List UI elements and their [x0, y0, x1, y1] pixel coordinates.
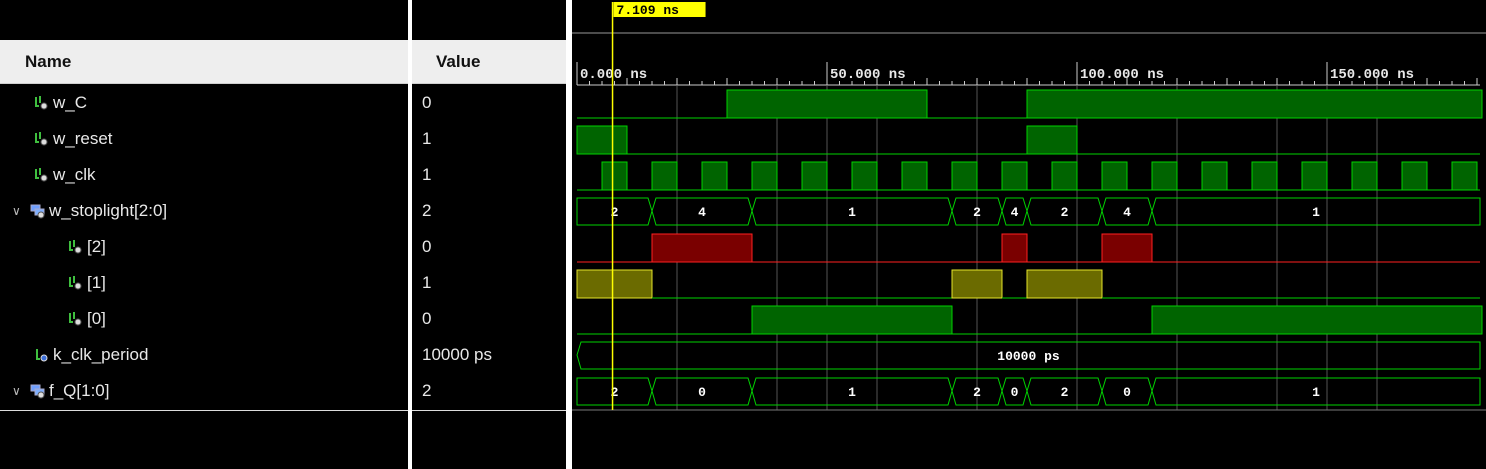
- w-clk-wave-high: [1151, 161, 1178, 191]
- signal-name: k_clk_period: [53, 345, 149, 364]
- w-clk-wave-high: [1251, 161, 1278, 191]
- waveform-view[interactable]: 0.000 ns 50.000 ns 100.000 ns 150.000 ns 2 4 1…: [572, 0, 1486, 469]
- signal-name: w_reset: [53, 129, 113, 148]
- signal-row[interactable]: k_clk_period: [0, 337, 148, 373]
- signal-row[interactable]: w_clk: [0, 157, 96, 193]
- logic-signal-icon: [34, 167, 50, 183]
- signal-value: 0: [422, 309, 432, 328]
- signal-value: 10000 ps: [422, 345, 492, 364]
- signal-name: w_stoplight[2:0]: [49, 201, 168, 220]
- signal-value: 1: [422, 165, 432, 184]
- w-stoplight-wave-value-label: 1: [848, 205, 856, 220]
- signal-value: 2: [422, 201, 432, 220]
- f-q-wave-value-label: 0: [1123, 385, 1131, 400]
- f-q-wave-value-label: 2: [973, 385, 981, 400]
- w-clk-wave-high: [601, 161, 628, 191]
- signal-name: w_clk: [53, 165, 96, 184]
- w-clk-wave-high: [1451, 161, 1478, 191]
- w-stoplight-wave-value-label: 2: [1061, 205, 1069, 220]
- w-clk-wave-high: [751, 161, 778, 191]
- w-reset-wave-high: [1026, 125, 1078, 155]
- signal-row[interactable]: w_C: [0, 85, 87, 121]
- signal-value: 1: [422, 273, 432, 292]
- constant-signal-icon: [34, 347, 50, 363]
- bus-signal-icon: [30, 383, 46, 399]
- expand-chevron-icon[interactable]: ∨: [12, 384, 26, 398]
- w-stoplight-wave-value-label: 2: [973, 205, 981, 220]
- logic-signal-icon: [68, 311, 84, 327]
- ruler-tick-label: 150.000 ns: [1330, 67, 1414, 83]
- signal-row[interactable]: [0]: [0, 301, 106, 337]
- signal-name: [2]: [87, 237, 106, 256]
- w-clk-wave-high: [801, 161, 828, 191]
- signal-name: w_C: [53, 93, 88, 112]
- value-column-header[interactable]: Value: [412, 40, 566, 84]
- w-clk-wave-high: [701, 161, 728, 191]
- bit2-wave-high: [1101, 233, 1153, 263]
- w-clk-wave-high: [901, 161, 928, 191]
- bit1-wave-high: [576, 269, 653, 299]
- divider: [0, 410, 408, 411]
- signal-row[interactable]: w_reset: [0, 121, 113, 157]
- w-clk-wave-high: [1201, 161, 1228, 191]
- signal-row[interactable]: [2]: [0, 229, 106, 265]
- w-clk-wave-high: [1001, 161, 1028, 191]
- w-stoplight-wave-value-label: 2: [611, 205, 619, 220]
- bit2-wave-high: [651, 233, 753, 263]
- bit0-wave-high: [751, 305, 953, 335]
- w-clk-wave-high: [651, 161, 678, 191]
- w-c-wave-high: [726, 89, 928, 119]
- f-q-wave-value-label: 0: [1011, 385, 1019, 400]
- logic-signal-icon: [68, 239, 84, 255]
- w-clk-wave-high: [1101, 161, 1128, 191]
- logic-signal-icon: [68, 275, 84, 291]
- signal-value: 0: [422, 237, 432, 256]
- logic-signal-icon: [34, 95, 50, 111]
- w-stoplight-wave-value-label: 1: [1312, 205, 1320, 220]
- w-c-wave-high: [1026, 89, 1483, 119]
- w-stoplight-wave-value-label: 4: [1011, 205, 1019, 220]
- ruler-tick-label: 100.000 ns: [1080, 67, 1164, 83]
- signal-value: 1: [422, 129, 432, 148]
- signal-name: [1]: [87, 273, 106, 292]
- bit1-wave-high: [951, 269, 1003, 299]
- f-q-wave-value-label: 2: [611, 385, 619, 400]
- cursor-time-label: 7.109 ns: [617, 3, 680, 18]
- w-clk-wave-high: [1401, 161, 1428, 191]
- w-clk-wave-high: [951, 161, 978, 191]
- signal-row[interactable]: ∨ f_Q[1:0]: [0, 373, 109, 409]
- w-reset-wave-high: [576, 125, 628, 155]
- f-q-wave-value-label: 1: [1312, 385, 1320, 400]
- w-stoplight-wave-value-label: 4: [698, 205, 706, 220]
- bit1-wave-high: [1026, 269, 1103, 299]
- w-clk-wave-high: [851, 161, 878, 191]
- signal-value: 2: [422, 381, 432, 400]
- signal-name: f_Q[1:0]: [49, 381, 110, 400]
- bit2-wave-high: [1001, 233, 1028, 263]
- f-q-wave-value-label: 2: [1061, 385, 1069, 400]
- w-clk-wave-high: [1351, 161, 1378, 191]
- w-stoplight-wave-value-label: 4: [1123, 205, 1131, 220]
- signal-row[interactable]: ∨ w_stoplight[2:0]: [0, 193, 167, 229]
- ruler-tick-label: 0.000 ns: [580, 67, 647, 83]
- logic-signal-icon: [34, 131, 50, 147]
- expand-chevron-icon[interactable]: ∨: [12, 204, 26, 218]
- bus-signal-icon: [30, 203, 46, 219]
- k-clk-period-value-label: 10000 ps: [997, 349, 1060, 364]
- w-clk-wave-high: [1051, 161, 1078, 191]
- signal-name: [0]: [87, 309, 106, 328]
- ruler-tick-label: 50.000 ns: [830, 67, 906, 83]
- w-clk-wave-high: [1301, 161, 1328, 191]
- divider: [412, 410, 566, 411]
- signal-value: 0: [422, 93, 432, 112]
- bit0-wave-high: [1151, 305, 1483, 335]
- f-q-wave-value-label: 0: [698, 385, 706, 400]
- name-column-header[interactable]: Name: [0, 40, 408, 84]
- f-q-wave-value-label: 1: [848, 385, 856, 400]
- signal-row[interactable]: [1]: [0, 265, 106, 301]
